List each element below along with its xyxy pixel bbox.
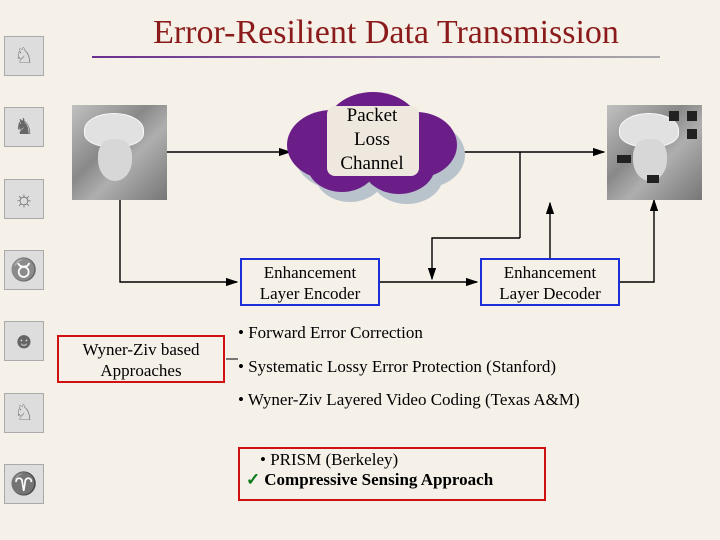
- wyner-ziv-approaches-label: Wyner-Ziv basedApproaches: [57, 335, 225, 383]
- received-image: [607, 105, 702, 200]
- bullet-wzlvc: • Wyner-Ziv Layered Video Coding (Texas …: [238, 387, 708, 413]
- pegasus-icon: ♘: [4, 393, 44, 433]
- bullet-slep: • Systematic Lossy Error Protection (Sta…: [238, 354, 708, 380]
- slide-title: Error-Resilient Data Transmission: [52, 14, 720, 52]
- enhancement-layer-encoder: EnhancementLayer Encoder: [240, 258, 380, 306]
- slide-content: Error-Resilient Data Transmission: [52, 0, 720, 540]
- knight-icon: ♘: [4, 36, 44, 76]
- source-image: [72, 105, 167, 200]
- face-icon: ☻: [4, 321, 44, 361]
- decorative-sidebar: ♘ ♞ ☼ ♉ ☻ ♘ ♈: [0, 0, 48, 540]
- check-icon: ✓: [246, 470, 260, 489]
- approach-list: • Forward Error Correction • Systematic …: [238, 320, 708, 421]
- highlighted-approaches: • PRISM (Berkeley) ✓Compressive Sensing …: [238, 447, 546, 501]
- cloud-label: PacketLossChannel: [287, 104, 457, 175]
- bullet-fec: • Forward Error Correction: [238, 320, 708, 346]
- enhancement-layer-decoder: EnhancementLayer Decoder: [480, 258, 620, 306]
- bull-icon: ♉: [4, 250, 44, 290]
- unicorn-icon: ♞: [4, 107, 44, 147]
- packet-loss-channel: PacketLossChannel: [287, 92, 467, 197]
- bullet-prism: • PRISM (Berkeley): [260, 450, 538, 470]
- bullet-compressive-sensing: ✓Compressive Sensing Approach: [246, 470, 538, 490]
- deer-icon: ♈: [4, 464, 44, 504]
- cherub-icon: ☼: [4, 179, 44, 219]
